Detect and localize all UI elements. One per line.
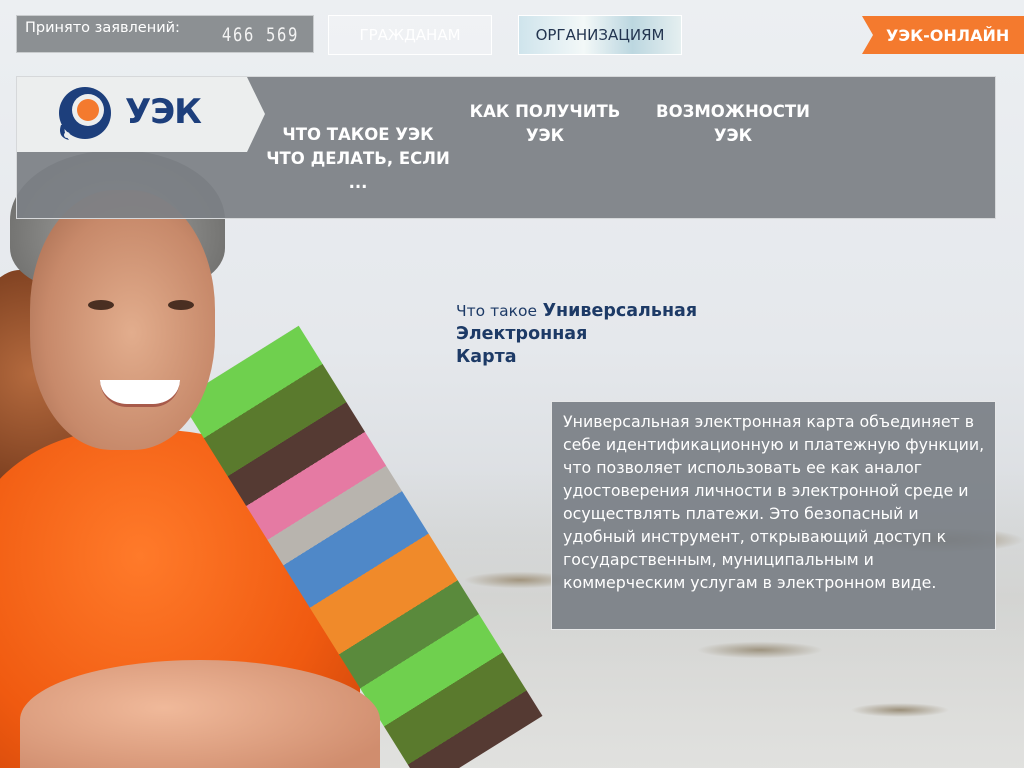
citizens-button-label: ГРАЖДАНАМ bbox=[359, 26, 461, 44]
description-text: Универсальная электронная карта объединя… bbox=[563, 412, 985, 592]
nav-label: ЧТО ТАКОЕ УЭК bbox=[282, 125, 434, 144]
nav-label: УЭК bbox=[713, 126, 753, 145]
nav-label: УЭК bbox=[525, 126, 565, 145]
nav-what-is-uek[interactable]: ЧТО ТАКОЕ УЭК ЧТО ДЕЛАТЬ, ЕСЛИ ... bbox=[263, 123, 453, 195]
counter-label: Принято заявлений: bbox=[25, 20, 180, 36]
main-header: УЭК ЧТО ТАКОЕ УЭК ЧТО ДЕЛАТЬ, ЕСЛИ ... К… bbox=[16, 76, 996, 219]
logo-text: УЭК bbox=[125, 92, 202, 132]
applications-counter: Принято заявлений: 466 569 bbox=[16, 15, 314, 53]
nav-how-to-get[interactable]: КАК ПОЛУЧИТЬ УЭК bbox=[467, 100, 623, 148]
title-prefix: Что такое bbox=[456, 302, 537, 320]
man-face bbox=[30, 190, 215, 450]
citizens-button[interactable]: ГРАЖДАНАМ bbox=[328, 15, 492, 55]
man-eyes bbox=[80, 300, 210, 320]
logo-link[interactable]: УЭК bbox=[17, 77, 265, 152]
nav-label: КАК ПОЛУЧИТЬ bbox=[469, 102, 621, 121]
nav-features[interactable]: ВОЗМОЖНОСТИ УЭК bbox=[652, 100, 814, 148]
uek-online-button[interactable]: УЭК-ОНЛАЙН bbox=[862, 16, 1024, 54]
nav-label: ... bbox=[348, 173, 368, 192]
title-line-3: Карта bbox=[456, 347, 517, 367]
uek-online-label: УЭК-ОНЛАЙН bbox=[886, 25, 1010, 45]
nav-label: ВОЗМОЖНОСТИ bbox=[656, 102, 810, 121]
uek-logo-icon bbox=[59, 87, 111, 140]
title-line-1: Универсальная bbox=[542, 301, 698, 321]
counter-value: 466 569 bbox=[221, 24, 299, 46]
title-line-2: Электронная bbox=[456, 324, 588, 344]
description-box: Универсальная электронная карта объединя… bbox=[551, 401, 996, 630]
organizations-button[interactable]: ОРГАНИЗАЦИЯМ bbox=[518, 15, 682, 55]
nav-label: ЧТО ДЕЛАТЬ, ЕСЛИ bbox=[266, 149, 450, 168]
hands bbox=[20, 660, 380, 768]
organizations-button-label: ОРГАНИЗАЦИЯМ bbox=[535, 26, 665, 44]
page-title: Что такое Универсальная Электронная Карт… bbox=[456, 300, 736, 369]
